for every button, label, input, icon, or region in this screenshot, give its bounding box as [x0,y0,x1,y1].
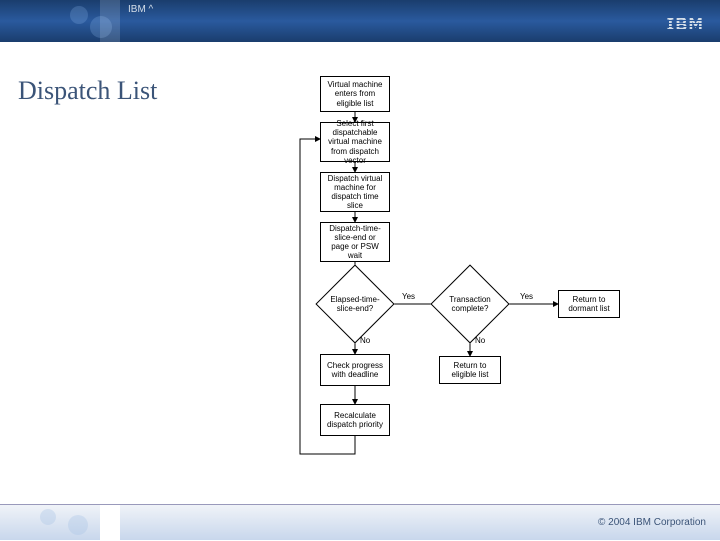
step-select: Select first dispatchable virtual machin… [320,122,390,162]
ibm-logo: IBM [666,12,704,35]
result-dormant: Return to dormant list [558,290,620,318]
page-title: Dispatch List [18,76,157,106]
step-wait: Dispatch-time-slice-end or page or PSW w… [320,222,390,262]
decision-elapsed-label: Elapsed-time-slice-end? [327,296,383,314]
footer-accent [100,505,120,541]
decision-transaction-label: Transaction complete? [442,296,498,314]
label-yes-1: Yes [402,292,415,301]
copyright: © 2004 IBM Corporation [598,517,706,528]
label-no-1: No [360,336,370,345]
header-bar: IBM ^ IBM [0,0,720,44]
brand-short: IBM ^ [128,4,153,15]
step-enter: Virtual machine enters from eligible lis… [320,76,390,112]
header-accent [100,0,120,44]
footer-decoration [30,505,230,541]
step-check: Check progress with deadline [320,354,390,386]
result-eligible: Return to eligible list [439,356,501,384]
step-recalc: Recalculate dispatch priority [320,404,390,436]
ibm-logo-text: IBM [666,12,704,35]
label-no-2: No [475,336,485,345]
label-yes-2: Yes [520,292,533,301]
flowchart: Virtual machine enters from eligible lis… [280,74,680,494]
footer-bar: © 2004 IBM Corporation [0,504,720,540]
step-dispatch: Dispatch virtual machine for dispatch ti… [320,172,390,212]
